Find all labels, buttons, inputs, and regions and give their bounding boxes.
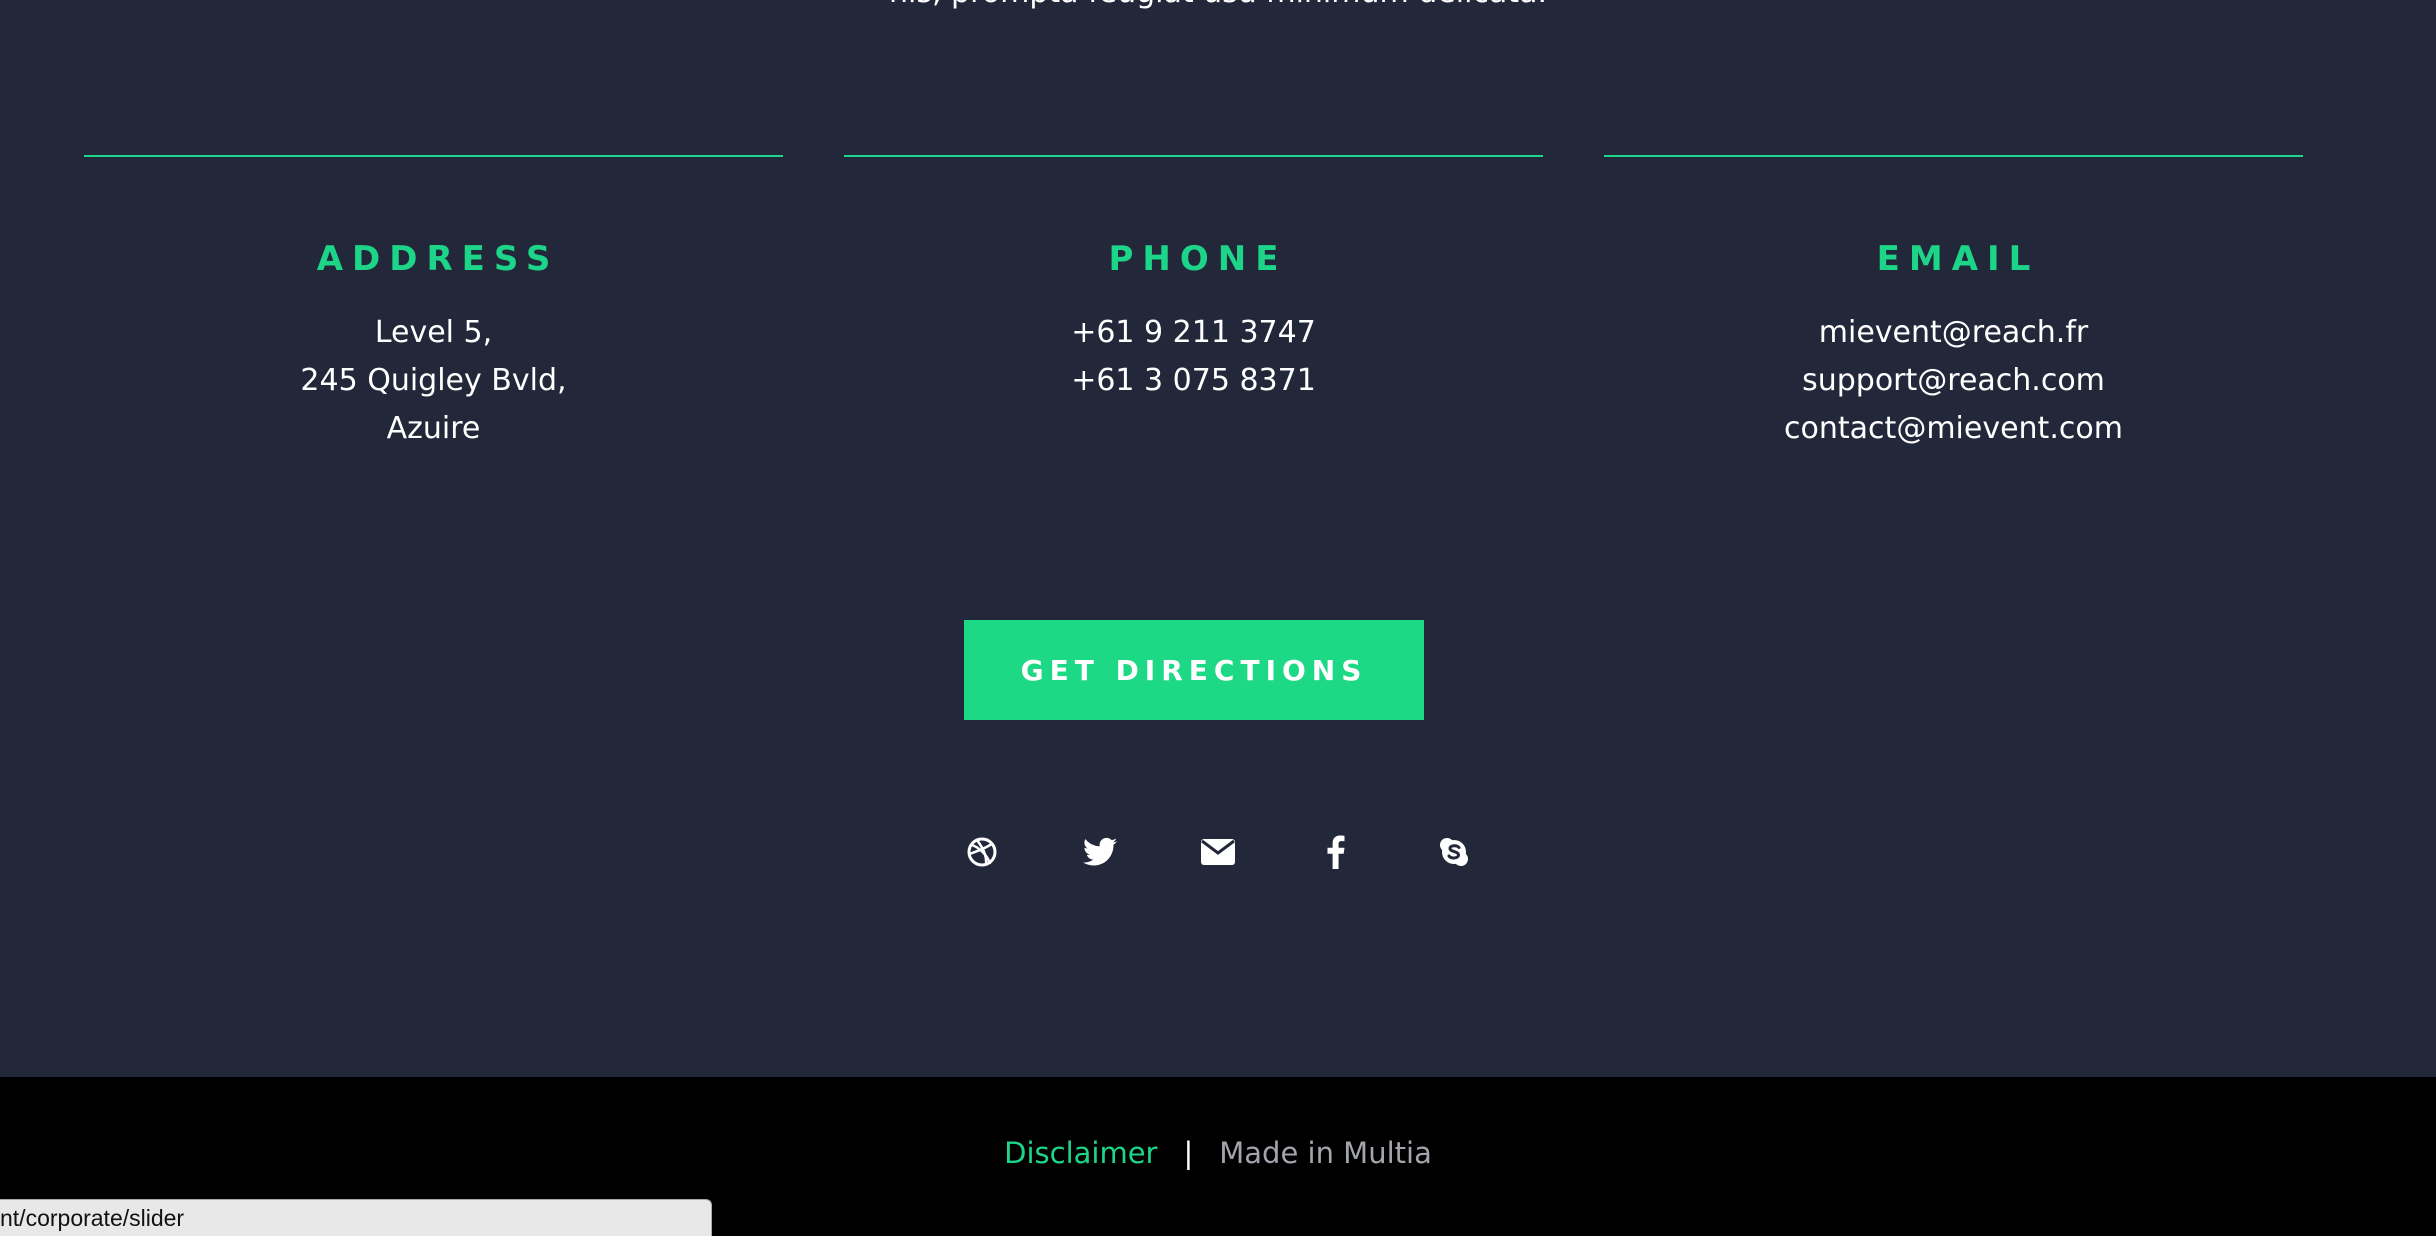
email-column: EMAIL mievent@reach.fr support@reach.com… xyxy=(1604,155,2303,475)
footer-links: Disclaimer | Made in Multia xyxy=(0,1135,2436,1171)
address-line: Azuire xyxy=(386,411,481,446)
phone-column: PHONE +61 9 211 3747 +61 3 075 8371 xyxy=(844,155,1543,475)
intro-text: nis, prompta feugiat usu minimum delicat… xyxy=(0,0,2436,8)
email-lines: mievent@reach.fr support@reach.com conta… xyxy=(1604,309,2303,453)
email-divider xyxy=(1604,155,2303,157)
get-directions-button[interactable]: GET DIRECTIONS xyxy=(964,620,1424,720)
phone-heading: PHONE xyxy=(1108,239,1288,279)
envelope-icon[interactable] xyxy=(1196,830,1240,874)
social-links xyxy=(0,830,2436,874)
contact-columns: ADDRESS Level 5, 245 Quigley Bvld, Azuir… xyxy=(84,155,2304,475)
address-divider xyxy=(84,155,783,157)
phone-number: +61 3 075 8371 xyxy=(1071,363,1316,398)
address-column: ADDRESS Level 5, 245 Quigley Bvld, Azuir… xyxy=(84,155,783,475)
email-heading: EMAIL xyxy=(1876,239,2040,279)
made-in-text: Made in Multia xyxy=(1219,1136,1432,1170)
status-bar-url: nt/corporate/slider xyxy=(0,1199,712,1236)
facebook-icon[interactable] xyxy=(1314,830,1358,874)
footer-separator: | xyxy=(1183,1136,1194,1170)
phone-number: +61 9 211 3747 xyxy=(1071,315,1316,350)
phone-lines: +61 9 211 3747 +61 3 075 8371 xyxy=(844,309,1543,405)
phone-divider xyxy=(844,155,1543,157)
skype-icon[interactable] xyxy=(1432,830,1476,874)
page: nis, prompta feugiat usu minimum delicat… xyxy=(0,0,2436,1236)
address-line: 245 Quigley Bvld, xyxy=(300,363,567,398)
address-heading: ADDRESS xyxy=(316,239,560,279)
disclaimer-link[interactable]: Disclaimer xyxy=(1004,1136,1157,1170)
email-address: contact@mievent.com xyxy=(1784,411,2123,446)
address-line: Level 5, xyxy=(374,315,493,350)
email-address: support@reach.com xyxy=(1802,363,2105,398)
twitter-icon[interactable] xyxy=(1078,830,1122,874)
dribbble-icon[interactable] xyxy=(960,830,1004,874)
address-lines: Level 5, 245 Quigley Bvld, Azuire xyxy=(84,309,783,453)
email-address: mievent@reach.fr xyxy=(1818,315,2089,350)
